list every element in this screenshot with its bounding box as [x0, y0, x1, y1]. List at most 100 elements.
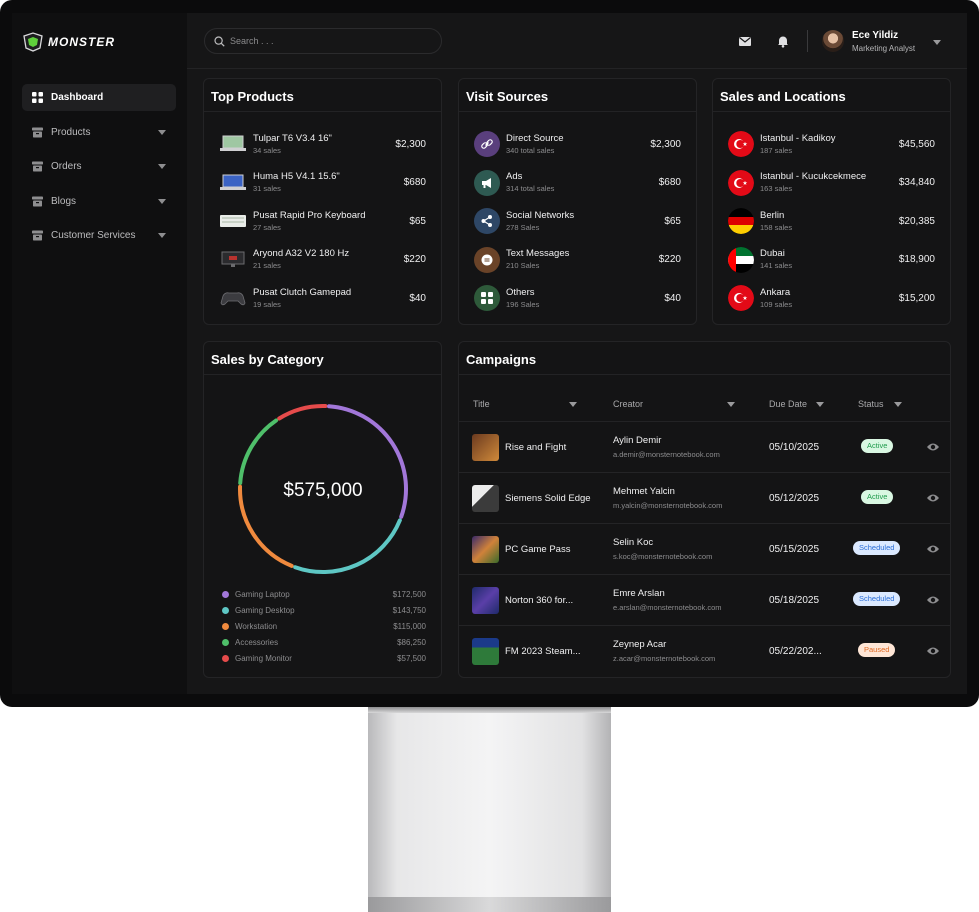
product-thumbnail — [219, 288, 247, 308]
column-label: Title — [473, 399, 490, 409]
sidebar-item-orders[interactable]: Orders — [22, 153, 176, 180]
list-item[interactable]: Istanbul - Kadikoy 187 sales $45,560 — [728, 126, 935, 162]
chevron-down-icon[interactable] — [933, 40, 941, 45]
search-icon — [214, 35, 225, 47]
brand-logo[interactable]: MONSTER — [22, 31, 115, 53]
list-item[interactable]: Text Messages 210 Sales $220 — [474, 242, 681, 278]
link-icon — [474, 131, 500, 157]
column-header-status[interactable]: Status — [858, 399, 902, 409]
message-icon — [474, 246, 500, 273]
chevron-down-icon[interactable] — [816, 401, 825, 407]
user-role: Marketing Analyst — [852, 44, 916, 53]
legend-item: Gaming Desktop $143,750 — [222, 602, 426, 618]
uae-flag-icon — [728, 246, 754, 273]
chevron-down-icon[interactable] — [158, 129, 166, 135]
chevron-down-icon[interactable] — [727, 401, 736, 407]
list-item[interactable]: Istanbul - Kucukcekmece 163 sales $34,840 — [728, 165, 935, 201]
list-item[interactable]: Ankara 109 sales $15,200 — [728, 280, 935, 316]
sidebar-item-label: Dashboard — [51, 92, 104, 103]
location-sales: 187 sales — [760, 145, 793, 155]
table-row[interactable]: PC Game Pass Selin Koc s.koc@monsternote… — [459, 524, 950, 575]
user-name[interactable]: Ece Yildiz — [852, 30, 898, 41]
table-row[interactable]: Norton 360 for... Emre Arslan e.arslan@m… — [459, 575, 950, 626]
card-title: Visit Sources — [466, 89, 549, 104]
search-box[interactable] — [204, 28, 442, 54]
card-title: Sales and Locations — [720, 89, 846, 104]
location-value: $45,560 — [898, 138, 935, 150]
status-badge: Active — [861, 490, 894, 504]
chevron-down-icon[interactable] — [893, 401, 902, 407]
table-row[interactable]: FM 2023 Steam... Zeynep Acar z.acar@mons… — [459, 626, 950, 677]
source-sales: 210 Sales — [506, 261, 540, 271]
eye-icon[interactable] — [926, 645, 940, 657]
sales-locations-card: Sales and Locations Istanbul - Kadikoy 18… — [712, 78, 951, 325]
list-item[interactable]: Pusat Rapid Pro Keyboard 27 sales $65 — [219, 203, 426, 239]
search-input[interactable] — [230, 36, 430, 46]
creator-email: a.demir@monsternotebook.com — [613, 450, 720, 459]
eye-icon[interactable] — [926, 492, 940, 504]
due-date: 05/12/2025 — [769, 493, 820, 504]
eye-icon[interactable] — [926, 441, 940, 453]
source-value: $40 — [664, 292, 681, 304]
chevron-down-icon[interactable] — [158, 198, 166, 204]
creator-name: Aylin Demir — [613, 435, 662, 446]
location-name: Dubai — [760, 248, 785, 260]
list-item[interactable]: Pusat Clutch Gamepad 19 sales $40 — [219, 280, 426, 316]
list-item[interactable]: Ads 314 total sales $680 — [474, 165, 681, 201]
list-item[interactable]: Direct Source 340 total sales $2,300 — [474, 126, 681, 162]
mail-icon[interactable] — [738, 34, 752, 48]
chevron-down-icon[interactable] — [568, 401, 577, 407]
campaign-thumbnail — [472, 587, 499, 614]
column-header-due-date[interactable]: Due Date — [769, 399, 825, 409]
chevron-down-icon[interactable] — [158, 164, 166, 169]
source-sales: 340 total sales — [506, 145, 555, 155]
share-icon — [474, 208, 500, 234]
legend-label: Accessories — [235, 637, 279, 647]
bell-icon[interactable] — [776, 34, 790, 48]
product-sales: 34 sales — [253, 145, 281, 155]
sidebar: MONSTER Dashboard Products Orders Blogs … — [12, 13, 187, 694]
sidebar-item-label: Customer Services — [51, 230, 136, 241]
box-icon — [32, 127, 43, 137]
eye-icon[interactable] — [926, 594, 940, 606]
location-sales: 158 sales — [760, 222, 793, 232]
product-thumbnail — [219, 173, 247, 193]
campaign-title: FM 2023 Steam... — [505, 646, 581, 657]
campaign-title: Siemens Solid Edge — [505, 493, 591, 504]
sidebar-item-products[interactable]: Products — [22, 119, 176, 146]
eye-icon[interactable] — [926, 543, 940, 555]
sidebar-item-blogs[interactable]: Blogs — [22, 188, 176, 215]
campaign-title: Rise and Fight — [505, 442, 567, 453]
keyboard-icon — [220, 215, 246, 227]
donut-segment-4 — [277, 404, 328, 421]
list-item[interactable]: Dubai 141 sales $18,900 — [728, 242, 935, 278]
list-item[interactable]: Tulpar T6 V3.4 16" 34 sales $2,300 — [219, 126, 426, 162]
product-name: Pusat Rapid Pro Keyboard — [253, 209, 366, 221]
avatar[interactable] — [822, 30, 844, 52]
list-item[interactable]: Social Networks 278 Sales $65 — [474, 203, 681, 239]
product-value: $680 — [403, 177, 426, 188]
list-item[interactable]: Huma H5 V4.1 15.6" 31 sales $680 — [219, 165, 426, 201]
card-divider — [459, 111, 696, 112]
list-item[interactable]: Aryond A32 V2 180 Hz 21 sales $220 — [219, 242, 426, 278]
product-value: $40 — [409, 292, 426, 304]
table-row[interactable]: Rise and Fight Aylin Demir a.demir@monst… — [459, 422, 950, 473]
monster-logo-icon — [23, 32, 43, 52]
top-bar: Ece Yildiz Marketing Analyst — [187, 13, 967, 69]
list-item[interactable]: Others 196 Sales $40 — [474, 280, 681, 316]
product-value: $2,300 — [395, 138, 426, 150]
chevron-down-icon[interactable] — [158, 233, 166, 238]
header-divider — [807, 30, 808, 52]
box-icon — [32, 230, 43, 241]
table-row[interactable]: Siemens Solid Edge Mehmet Yalcin m.yalci… — [459, 473, 950, 524]
brand-name: MONSTER — [48, 35, 115, 49]
sidebar-item-dashboard[interactable]: Dashboard — [22, 84, 176, 111]
source-value: $220 — [658, 254, 681, 265]
grid-icon — [32, 92, 43, 103]
location-value: $18,900 — [898, 254, 935, 265]
sidebar-item-customer-services[interactable]: Customer Services — [22, 222, 176, 249]
column-header-title[interactable]: Title — [473, 399, 577, 409]
product-name: Tulpar T6 V3.4 16" — [253, 132, 332, 144]
column-header-creator[interactable]: Creator — [613, 399, 736, 409]
list-item[interactable]: Berlin 158 sales $20,385 — [728, 203, 935, 239]
